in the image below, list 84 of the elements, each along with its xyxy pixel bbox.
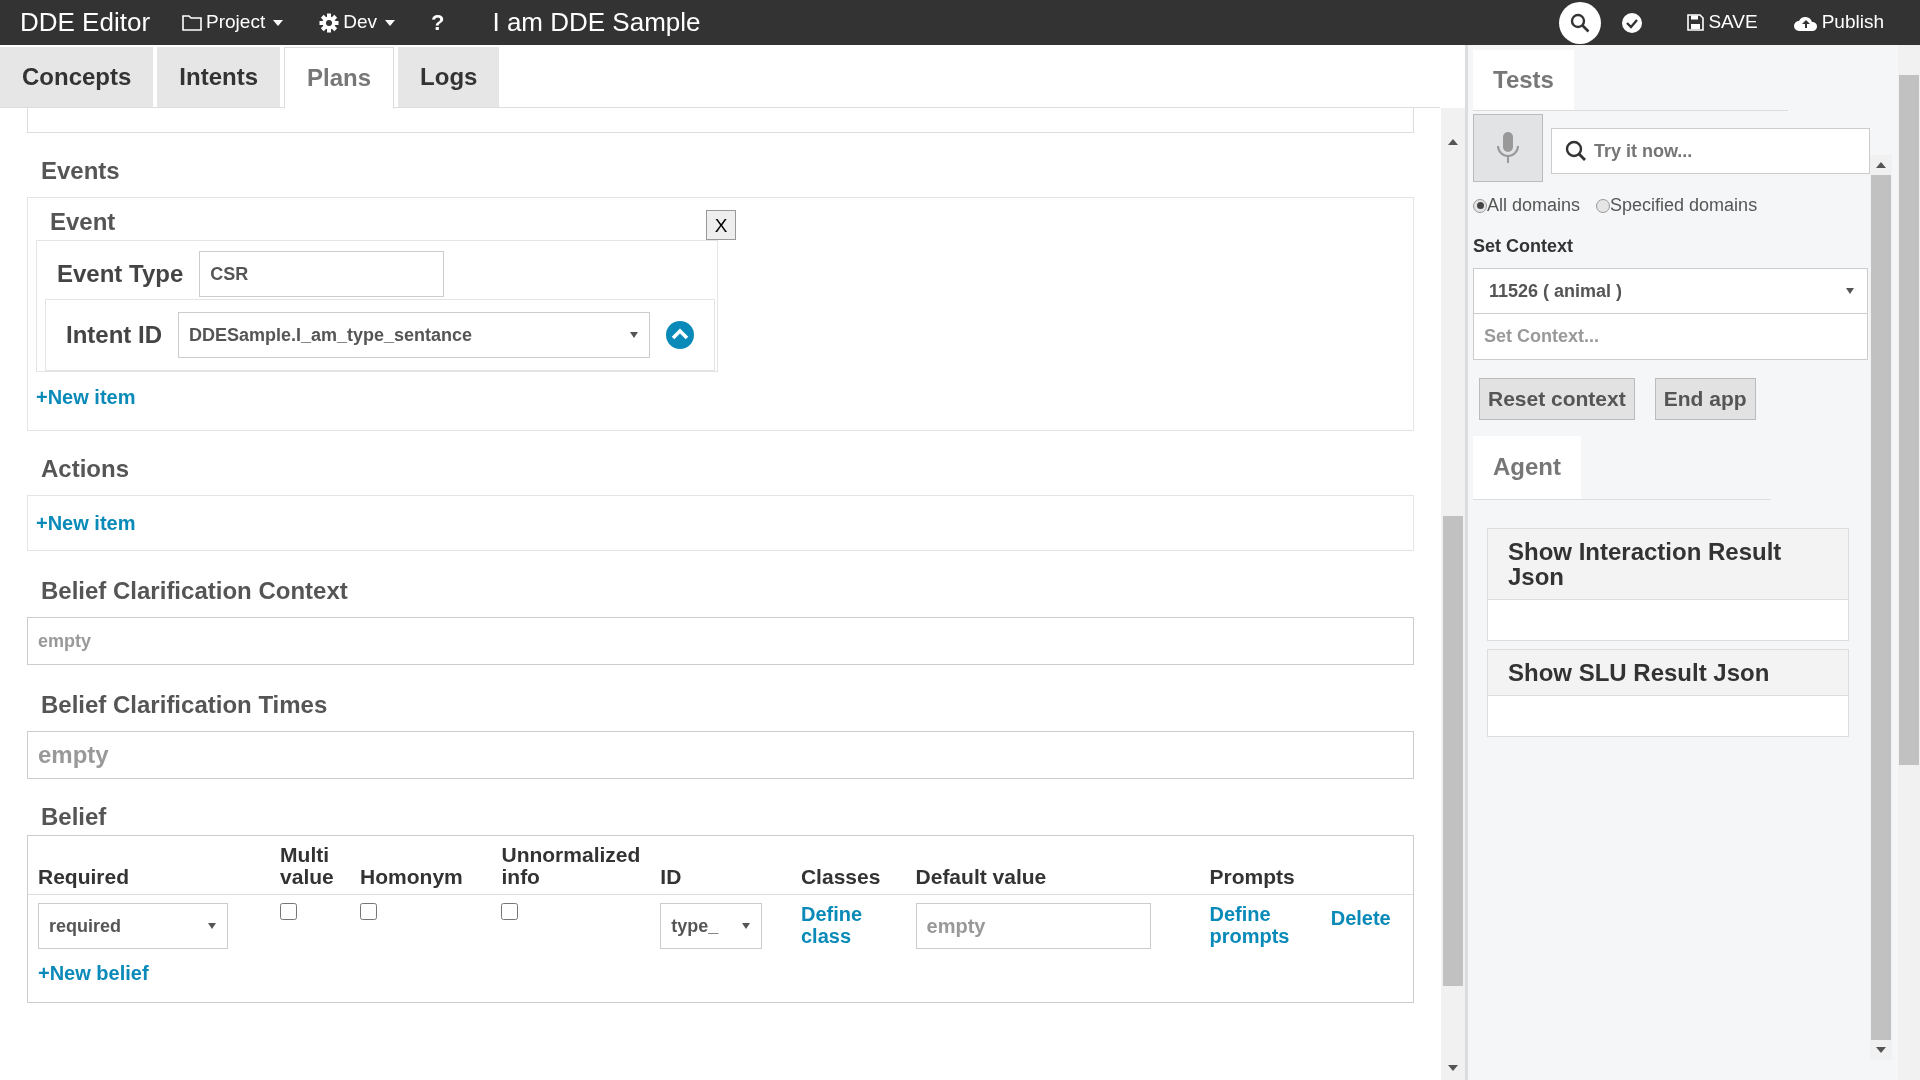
column-header: Classes — [790, 836, 906, 895]
section-heading: Belief Clarification Times — [41, 690, 329, 720]
field-label: Intent ID — [66, 320, 162, 350]
select-value: type_ — [671, 914, 719, 938]
select-dropdown[interactable]: type_ — [660, 903, 763, 950]
link[interactable]: Define class — [800, 903, 871, 948]
text-field[interactable]: Set Context... — [1473, 314, 1868, 360]
link[interactable]: Delete — [1330, 907, 1391, 930]
section-heading: Actions — [41, 454, 130, 484]
text-field[interactable]: CSR — [199, 251, 445, 297]
column-header: Homonym — [350, 836, 492, 895]
caret-icon — [1845, 287, 1855, 295]
section-heading: Belief — [41, 802, 108, 832]
caret-icon — [741, 922, 752, 931]
chevron-up-circle-icon[interactable] — [666, 321, 694, 349]
search-icon — [1570, 12, 1591, 33]
select-value: 11526 ( animal ) — [1489, 279, 1623, 303]
column-header: Default value — [905, 836, 1200, 895]
checkbox[interactable] — [501, 903, 519, 921]
project-title: I am DDE Sample — [492, 6, 701, 39]
column-header: Unnormalized info — [491, 836, 651, 895]
field-label: Event Type — [57, 259, 184, 289]
link[interactable]: +New item — [36, 382, 136, 412]
link[interactable]: +New belief — [38, 962, 149, 985]
checkbox[interactable] — [280, 903, 298, 921]
search-button[interactable] — [1559, 1, 1602, 44]
select-value: required — [49, 914, 122, 938]
collapsible-panel[interactable]: Show SLU Result Json — [1487, 648, 1849, 738]
tab[interactable]: Intents — [157, 47, 281, 107]
scroll-up-arrow-icon[interactable] — [1448, 138, 1458, 146]
scrollbar[interactable] — [1870, 155, 1892, 1060]
link[interactable]: +New item — [36, 512, 136, 534]
select-dropdown[interactable]: 11526 ( animal ) — [1473, 268, 1868, 314]
checkbox[interactable] — [360, 903, 378, 921]
field-label: Set Context — [1473, 235, 1574, 258]
radio-label[interactable]: All domains — [1487, 192, 1581, 219]
caret-icon — [629, 331, 639, 339]
microphone-icon — [1496, 131, 1520, 165]
text-field[interactable]: empty — [27, 617, 1414, 665]
app-brand[interactable]: DDE Editor — [20, 3, 151, 42]
tab[interactable]: Concepts — [0, 47, 154, 107]
scroll-down-arrow-icon[interactable] — [1876, 1046, 1886, 1054]
collapsible-panel[interactable]: Show Interaction Result Json — [1487, 527, 1849, 641]
select-value: DDESample.I_am_type_sentance — [189, 323, 473, 347]
caret-icon — [385, 19, 395, 26]
section-heading: Belief Clarification Context — [41, 576, 349, 606]
column-header: Multi value — [270, 836, 351, 895]
column-header: ID — [650, 836, 791, 895]
text-field[interactable]: empty — [27, 731, 1414, 779]
section-heading: Events — [41, 156, 121, 186]
scroll-up-arrow-icon[interactable] — [1876, 161, 1886, 169]
scrollbar[interactable] — [1898, 45, 1920, 1080]
subsection-heading: Event — [50, 207, 117, 237]
caret-icon — [207, 922, 217, 931]
scrollbar[interactable] — [1441, 108, 1465, 1080]
toolbar-button[interactable]: Publish — [1783, 8, 1894, 37]
tab[interactable]: Logs — [398, 47, 500, 107]
column-header: Required — [28, 836, 271, 895]
link[interactable]: Define prompts — [1209, 903, 1295, 948]
text-field[interactable]: empty — [915, 903, 1151, 950]
select-dropdown[interactable]: required — [38, 903, 228, 950]
panel-heading[interactable]: Show SLU Result Json — [1488, 649, 1848, 697]
radio-button[interactable] — [1596, 198, 1611, 213]
menu-dropdown[interactable]: Project — [172, 8, 294, 37]
panel-heading[interactable]: Show Interaction Result Json — [1488, 528, 1848, 600]
search-field[interactable]: Try it now... — [1551, 128, 1870, 174]
button[interactable]: Reset context — [1479, 378, 1635, 420]
help-button[interactable]: ? — [421, 6, 455, 39]
tab[interactable]: Tests — [1473, 50, 1574, 110]
check-circle-icon[interactable] — [1621, 11, 1644, 34]
column-header: Prompts — [1199, 836, 1321, 895]
close-button[interactable]: X — [706, 210, 736, 240]
scroll-down-arrow-icon[interactable] — [1448, 1064, 1458, 1072]
toolbar-button[interactable]: SAVE — [1677, 8, 1768, 37]
search-icon — [1565, 140, 1587, 162]
select-dropdown[interactable]: DDESample.I_am_type_sentance — [178, 312, 650, 358]
tab[interactable]: Plans — [284, 47, 395, 109]
button[interactable]: End app — [1654, 378, 1756, 420]
folder-icon — [182, 14, 203, 31]
menu-dropdown[interactable]: Dev — [309, 8, 405, 37]
radio-button[interactable] — [1473, 198, 1487, 213]
tab[interactable]: Agent — [1473, 435, 1581, 499]
caret-icon — [273, 19, 284, 26]
radio-label[interactable]: Specified domains — [1610, 192, 1758, 219]
